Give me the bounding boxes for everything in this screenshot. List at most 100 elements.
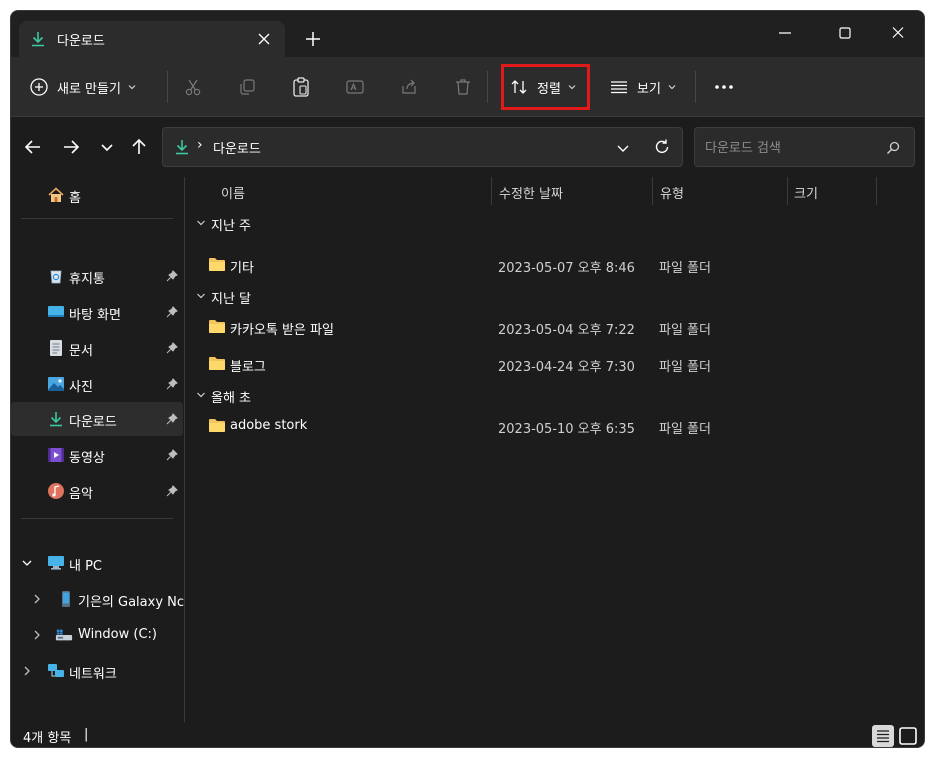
sidebar-item-this-pc[interactable]: 내 PC [11,546,183,580]
chevron-down-icon[interactable] [21,557,33,569]
large-icons-view-icon[interactable] [896,724,920,748]
chevron-down-icon [128,85,136,90]
sort-highlight-box [501,64,590,110]
column-divider[interactable] [876,177,877,205]
sidebar-item-documents[interactable]: 문서 [11,331,183,365]
sidebar-item-pictures[interactable]: 사진 [11,367,183,401]
sidebar-item-galaxy-phone[interactable]: 기은의 Galaxy Nc [11,582,185,616]
new-tab-icon[interactable] [303,29,323,49]
view-button[interactable]: 보기 [609,69,683,105]
navigation-row: › 다운로드 [11,117,924,177]
column-header-name[interactable]: 이름 [221,177,245,207]
table-row[interactable]: 블로그 2023-04-24 오후 7:30 파일 폴더 [186,347,924,381]
sidebar-divider [21,518,173,519]
folder-icon [209,258,225,271]
breadcrumb-downloads[interactable]: 다운로드 [213,138,261,157]
chevron-down-icon [197,392,205,398]
details-view-icon[interactable] [871,724,895,748]
new-button[interactable]: 새로 만들기 [29,69,159,105]
column-header-date[interactable]: 수정한 날짜 [499,177,563,207]
tab-downloads[interactable]: 다운로드 [19,21,285,57]
file-date: 2023-05-04 오후 7:22 [498,323,635,338]
paste-icon[interactable] [291,76,311,98]
sidebar-item-c-drive[interactable]: Window (C:) [11,618,183,652]
close-window-icon[interactable] [878,19,918,47]
file-list: 이름 수정한 날짜 유형 크기 지난 주 기타 2023-05-07 오후 8:… [186,177,924,722]
file-name: 기타 [230,261,254,276]
table-row[interactable]: 카카오톡 받은 파일 2023-05-04 오후 7:22 파일 폴더 [186,310,924,344]
sidebar-item-music[interactable]: 음악 [11,474,183,508]
minimize-icon[interactable] [765,19,805,47]
sidebar-item-network[interactable]: 네트워크 [11,654,183,688]
forward-arrow-icon[interactable] [59,135,83,159]
sidebar-item-label: 동영상 [69,451,105,466]
pin-icon[interactable] [166,413,178,425]
chevron-down-icon [197,220,205,226]
column-divider[interactable] [491,177,492,205]
toolbar-divider [695,71,696,103]
pin-icon[interactable] [166,342,178,354]
rename-icon[interactable] [345,77,365,97]
more-icon[interactable] [712,77,736,97]
share-icon[interactable] [399,77,419,97]
up-arrow-icon[interactable] [127,135,151,159]
pin-icon[interactable] [166,485,178,497]
search-input[interactable] [705,138,875,158]
breadcrumb-separator: › [197,137,203,153]
pictures-icon [48,377,64,391]
chevron-right-icon[interactable] [31,629,43,641]
table-row[interactable]: adobe stork 2023-05-10 오후 6:35 파일 폴더 [186,409,924,443]
folder-icon [209,357,225,370]
address-bar[interactable]: › 다운로드 [162,127,683,167]
file-explorer-window: 다운로드 새로 만들기 정렬 보기 › 다운로드 다운로드 검색 홈 휴지통 바… [10,10,925,748]
chevron-right-icon[interactable] [21,665,33,677]
desktop-icon [48,306,64,317]
column-header-size[interactable]: 크기 [794,177,818,207]
copy-icon[interactable] [237,77,257,97]
download-icon [176,140,188,155]
file-date: 2023-05-10 오후 6:35 [498,422,635,437]
column-header-type[interactable]: 유형 [660,177,684,207]
table-row[interactable]: 기타 2023-05-07 오후 8:46 파일 폴더 [186,248,924,282]
column-divider[interactable] [787,177,788,205]
delete-icon[interactable] [453,77,473,97]
music-icon [48,483,64,499]
sidebar-item-desktop[interactable]: 바탕 화면 [11,295,183,329]
view-list-icon [611,81,627,94]
sidebar-item-recycle-bin[interactable]: 휴지통 [11,259,183,293]
download-icon [50,412,62,427]
group-header[interactable]: 지난 달 [186,283,924,309]
videos-icon [48,448,64,462]
maximize-icon[interactable] [825,19,865,47]
file-type: 파일 폴더 [659,360,711,375]
recycle-bin-icon [50,270,62,284]
pin-icon[interactable] [166,449,178,461]
search-icon[interactable] [885,140,901,156]
search-box[interactable] [694,127,915,167]
sidebar-item-videos[interactable]: 동영상 [11,438,183,472]
sidebar-item-label: 기은의 Galaxy Nc [78,595,185,610]
pin-icon[interactable] [166,270,178,282]
sidebar-item-home[interactable]: 홈 [11,178,183,212]
address-history-chevron-icon[interactable] [615,140,631,156]
group-label: 지난 달 [211,292,252,307]
recent-locations-chevron-icon[interactable] [95,135,119,159]
cut-icon[interactable] [183,77,203,97]
sidebar-item-downloads[interactable]: 다운로드 [11,402,183,436]
sidebar-item-label: 네트워크 [69,667,117,682]
back-arrow-icon[interactable] [21,135,45,159]
drive-icon [55,629,73,641]
group-label: 올해 초 [211,391,252,406]
group-header[interactable]: 지난 주 [186,210,924,236]
sidebar-item-label: 내 PC [69,559,103,574]
pin-icon[interactable] [166,306,178,318]
file-name: 카카오톡 받은 파일 [230,323,334,338]
column-divider[interactable] [652,177,653,205]
group-header[interactable]: 올해 초 [186,382,924,408]
refresh-icon[interactable] [653,138,671,156]
pin-icon[interactable] [166,378,178,390]
chevron-right-icon[interactable] [31,593,43,605]
navigation-pane: 홈 휴지통 바탕 화면 문서 사진 다운로드 동영상 음악 내 PC 기은의 G… [11,177,185,722]
close-tab-icon[interactable] [255,30,273,48]
title-bar: 다운로드 [11,11,924,57]
